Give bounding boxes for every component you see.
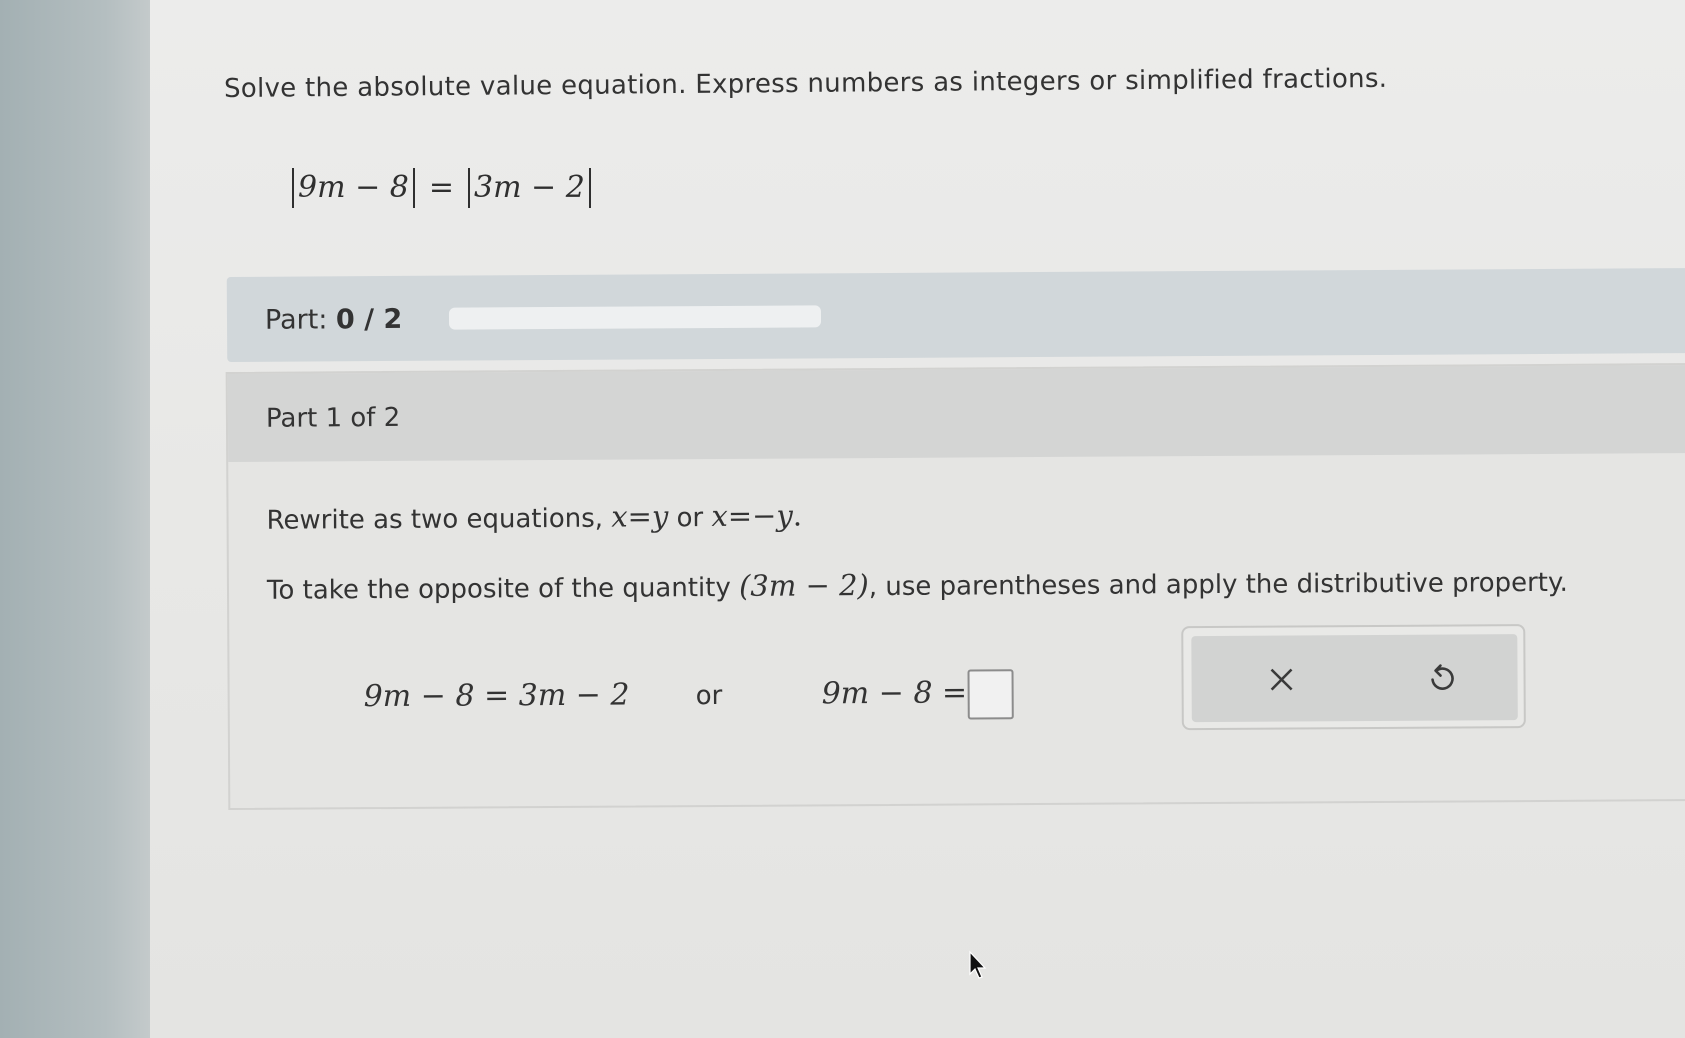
answer-tools [1181, 624, 1526, 731]
equation-left: 9m − 8 [298, 170, 409, 205]
tool-box [1191, 634, 1518, 723]
instruction1-or: or [676, 503, 704, 534]
mouse-cursor-icon [969, 950, 987, 979]
part-progress-bar: Part: 0 / 2 [226, 267, 1685, 362]
undo-icon [1431, 664, 1454, 690]
abs-left: 9m − 8 [292, 168, 415, 208]
part-panel: Part 1 of 2 Rewrite as two equations, x=… [225, 362, 1685, 810]
part-header-title: Part 1 of 2 [265, 402, 401, 434]
first-equation-text: 9m − 8 = 3m − 2 [363, 677, 630, 715]
instruction1-eq2: x=−y [711, 498, 793, 534]
clear-button[interactable] [1259, 657, 1303, 701]
close-x-icon [1270, 668, 1293, 691]
undo-button[interactable] [1419, 656, 1463, 700]
rewrite-instruction: Rewrite as two equations, x=y or x=−y. [266, 498, 802, 535]
second-equation: 9m − 8 = [822, 675, 968, 711]
equals-sign: = [428, 170, 454, 205]
part-progress-value: 0 / 2 [335, 303, 403, 336]
absolute-value-equation: 9m − 8 = 3m − 2 [292, 168, 591, 208]
instruction2-math: (3m − 2) [738, 568, 869, 603]
progress-track [448, 305, 822, 330]
answer-input-box[interactable] [967, 669, 1014, 720]
abs-right: 3m − 2 [467, 168, 591, 208]
instruction1-end: . [792, 498, 803, 533]
part-progress-label: Part: 0 / 2 [265, 304, 402, 336]
instruction1-eq1: x=y [611, 499, 669, 534]
or-label: or [695, 680, 723, 712]
part-header: Part 1 of 2 [227, 364, 1685, 462]
distributive-instruction: To take the opposite of the quantity (3m… [267, 564, 1568, 606]
equation-right: 3m − 2 [473, 170, 585, 205]
instruction2-suffix: , use parentheses and apply the distribu… [868, 567, 1568, 603]
first-equation: 9m − 8 = 3m − 2 [364, 678, 630, 715]
instruction2-prefix: To take the opposite of the quantity [266, 572, 731, 606]
part-label-text: Part: [264, 304, 328, 336]
instruction1-prefix: Rewrite as two equations, [266, 503, 604, 536]
second-equation-left: 9m − 8 = [821, 675, 968, 712]
left-bezel [0, 0, 150, 1038]
